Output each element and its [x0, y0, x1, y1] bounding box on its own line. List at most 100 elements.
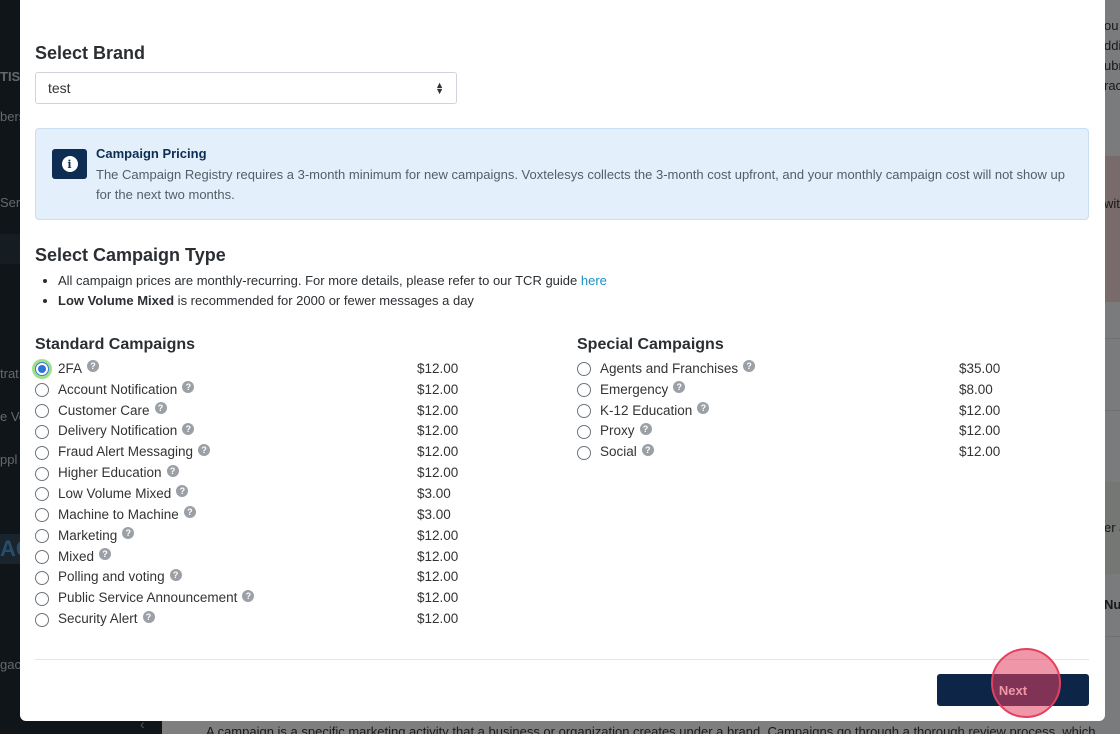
note-low-volume-text: is recommended for 2000 or fewer message… — [174, 293, 474, 308]
campaign-label[interactable]: 2FA — [58, 361, 82, 376]
special-campaigns-title: Special Campaigns — [577, 336, 724, 353]
campaign-price: $12.00 — [959, 444, 1001, 460]
campaign-option[interactable]: Proxy? $12.00 — [577, 421, 1007, 442]
note-low-volume-bold: Low Volume Mixed — [58, 293, 175, 308]
campaign-label[interactable]: Delivery Notification — [58, 423, 177, 438]
campaign-price: $12.00 — [417, 465, 459, 481]
campaign-price: $12.00 — [417, 444, 459, 460]
campaign-radio[interactable] — [35, 612, 49, 627]
campaign-option[interactable]: Social? $12.00 — [577, 441, 1007, 462]
campaign-radio[interactable] — [35, 424, 49, 439]
campaign-label[interactable]: Proxy — [600, 423, 635, 438]
help-icon[interactable]: ? — [176, 485, 189, 498]
next-button[interactable]: Next — [937, 674, 1089, 706]
campaign-option[interactable]: Low Volume Mixed? $3.00 — [35, 483, 465, 504]
campaign-label[interactable]: Emergency — [600, 382, 668, 397]
campaign-option[interactable]: Emergency? $8.00 — [577, 379, 1007, 400]
campaign-radio[interactable] — [577, 404, 591, 419]
footer-divider — [35, 659, 1089, 660]
help-icon[interactable]: ? — [182, 422, 195, 435]
campaign-price: $12.00 — [417, 360, 459, 376]
campaign-radio[interactable] — [35, 508, 49, 523]
campaign-label[interactable]: Mixed — [58, 549, 94, 564]
help-icon[interactable]: ? — [99, 548, 112, 561]
standard-campaigns-title: Standard Campaigns — [35, 336, 196, 353]
campaign-radio[interactable] — [35, 404, 49, 419]
campaign-radio[interactable] — [35, 362, 49, 377]
campaign-radio[interactable] — [35, 570, 49, 585]
campaign-option[interactable]: Marketing? $12.00 — [35, 525, 465, 546]
help-icon[interactable]: ? — [639, 422, 652, 435]
campaign-label[interactable]: Security Alert — [58, 611, 138, 626]
help-icon[interactable]: ? — [169, 568, 182, 581]
help-icon[interactable]: ? — [142, 610, 155, 623]
special-campaigns: Special Campaigns Agents and Franchises?… — [577, 336, 1007, 462]
help-icon[interactable]: ? — [87, 360, 100, 373]
campaign-radio[interactable] — [35, 529, 49, 544]
campaign-price: $12.00 — [959, 402, 1001, 418]
campaign-radio[interactable] — [35, 445, 49, 460]
note-low-volume: Low Volume Mixed is recommended for 2000… — [58, 291, 607, 311]
campaign-option[interactable]: K-12 Education? $12.00 — [577, 400, 1007, 421]
campaign-label[interactable]: Marketing — [58, 528, 117, 543]
campaign-radio[interactable] — [577, 445, 591, 460]
campaign-label[interactable]: Social — [600, 444, 637, 459]
campaign-option[interactable]: 2FA? $12.00 — [35, 358, 465, 379]
campaign-option[interactable]: Agents and Franchises? $35.00 — [577, 358, 1007, 379]
alert-title: Campaign Pricing — [96, 146, 207, 161]
campaign-label[interactable]: Customer Care — [58, 403, 150, 418]
brand-select[interactable]: test ▲ ▼ — [35, 72, 457, 104]
campaign-radio[interactable] — [35, 487, 49, 502]
campaign-radio[interactable] — [35, 466, 49, 481]
campaign-label[interactable]: Low Volume Mixed — [58, 486, 171, 501]
help-icon[interactable]: ? — [198, 443, 211, 456]
campaign-price: $12.00 — [417, 402, 459, 418]
campaign-radio[interactable] — [35, 550, 49, 565]
help-icon[interactable]: ? — [183, 506, 196, 519]
standard-campaigns: Standard Campaigns 2FA? $12.00 Account Not… — [35, 336, 465, 629]
campaign-label[interactable]: K-12 Education — [600, 403, 692, 418]
campaign-price: $3.00 — [417, 506, 451, 522]
help-icon[interactable]: ? — [122, 527, 135, 540]
campaign-radio[interactable] — [577, 362, 591, 377]
campaign-price: $12.00 — [417, 527, 459, 543]
campaign-option[interactable]: Polling and voting? $12.00 — [35, 566, 465, 587]
help-icon[interactable]: ? — [743, 360, 756, 373]
tcr-guide-link[interactable]: here — [581, 273, 607, 288]
campaign-label[interactable]: Public Service Announcement — [58, 590, 237, 605]
alert-body: The Campaign Registry requires a 3-month… — [96, 167, 1065, 202]
campaign-option[interactable]: Account Notification? $12.00 — [35, 379, 465, 400]
campaign-label[interactable]: Agents and Franchises — [600, 361, 738, 376]
campaign-price: $35.00 — [959, 360, 1001, 376]
campaign-label[interactable]: Account Notification — [58, 382, 177, 397]
campaign-option[interactable]: Fraud Alert Messaging? $12.00 — [35, 441, 465, 462]
help-icon[interactable]: ? — [166, 464, 179, 477]
help-icon[interactable]: ? — [182, 381, 195, 394]
campaign-option[interactable]: Security Alert? $12.00 — [35, 608, 465, 629]
campaign-price: $8.00 — [959, 381, 993, 397]
select-brand-title: Select Brand — [35, 43, 146, 63]
campaign-price: $12.00 — [417, 548, 459, 564]
campaign-label[interactable]: Fraud Alert Messaging — [58, 444, 193, 459]
campaign-price: $12.00 — [417, 611, 459, 627]
campaign-label[interactable]: Machine to Machine — [58, 507, 179, 522]
campaign-radio[interactable] — [35, 383, 49, 398]
campaign-label[interactable]: Higher Education — [58, 465, 162, 480]
select-caret-icon: ▲ ▼ — [435, 80, 444, 96]
campaign-label[interactable]: Polling and voting — [58, 569, 165, 584]
help-icon[interactable]: ? — [242, 589, 255, 602]
campaign-option[interactable]: Public Service Announcement? $12.00 — [35, 587, 465, 608]
campaign-radio[interactable] — [35, 591, 49, 606]
help-icon[interactable]: ? — [641, 443, 654, 456]
campaign-option[interactable]: Machine to Machine? $3.00 — [35, 504, 465, 525]
campaign-radio[interactable] — [577, 383, 591, 398]
campaign-option[interactable]: Customer Care? $12.00 — [35, 400, 465, 421]
campaign-radio[interactable] — [577, 424, 591, 439]
campaign-option[interactable]: Higher Education? $12.00 — [35, 462, 465, 483]
help-icon[interactable]: ? — [673, 381, 686, 394]
help-icon[interactable]: ? — [697, 402, 710, 415]
campaign-notes: All campaign prices are monthly-recurrin… — [58, 271, 607, 311]
campaign-option[interactable]: Delivery Notification? $12.00 — [35, 421, 465, 442]
help-icon[interactable]: ? — [154, 402, 167, 415]
campaign-option[interactable]: Mixed? $12.00 — [35, 546, 465, 567]
